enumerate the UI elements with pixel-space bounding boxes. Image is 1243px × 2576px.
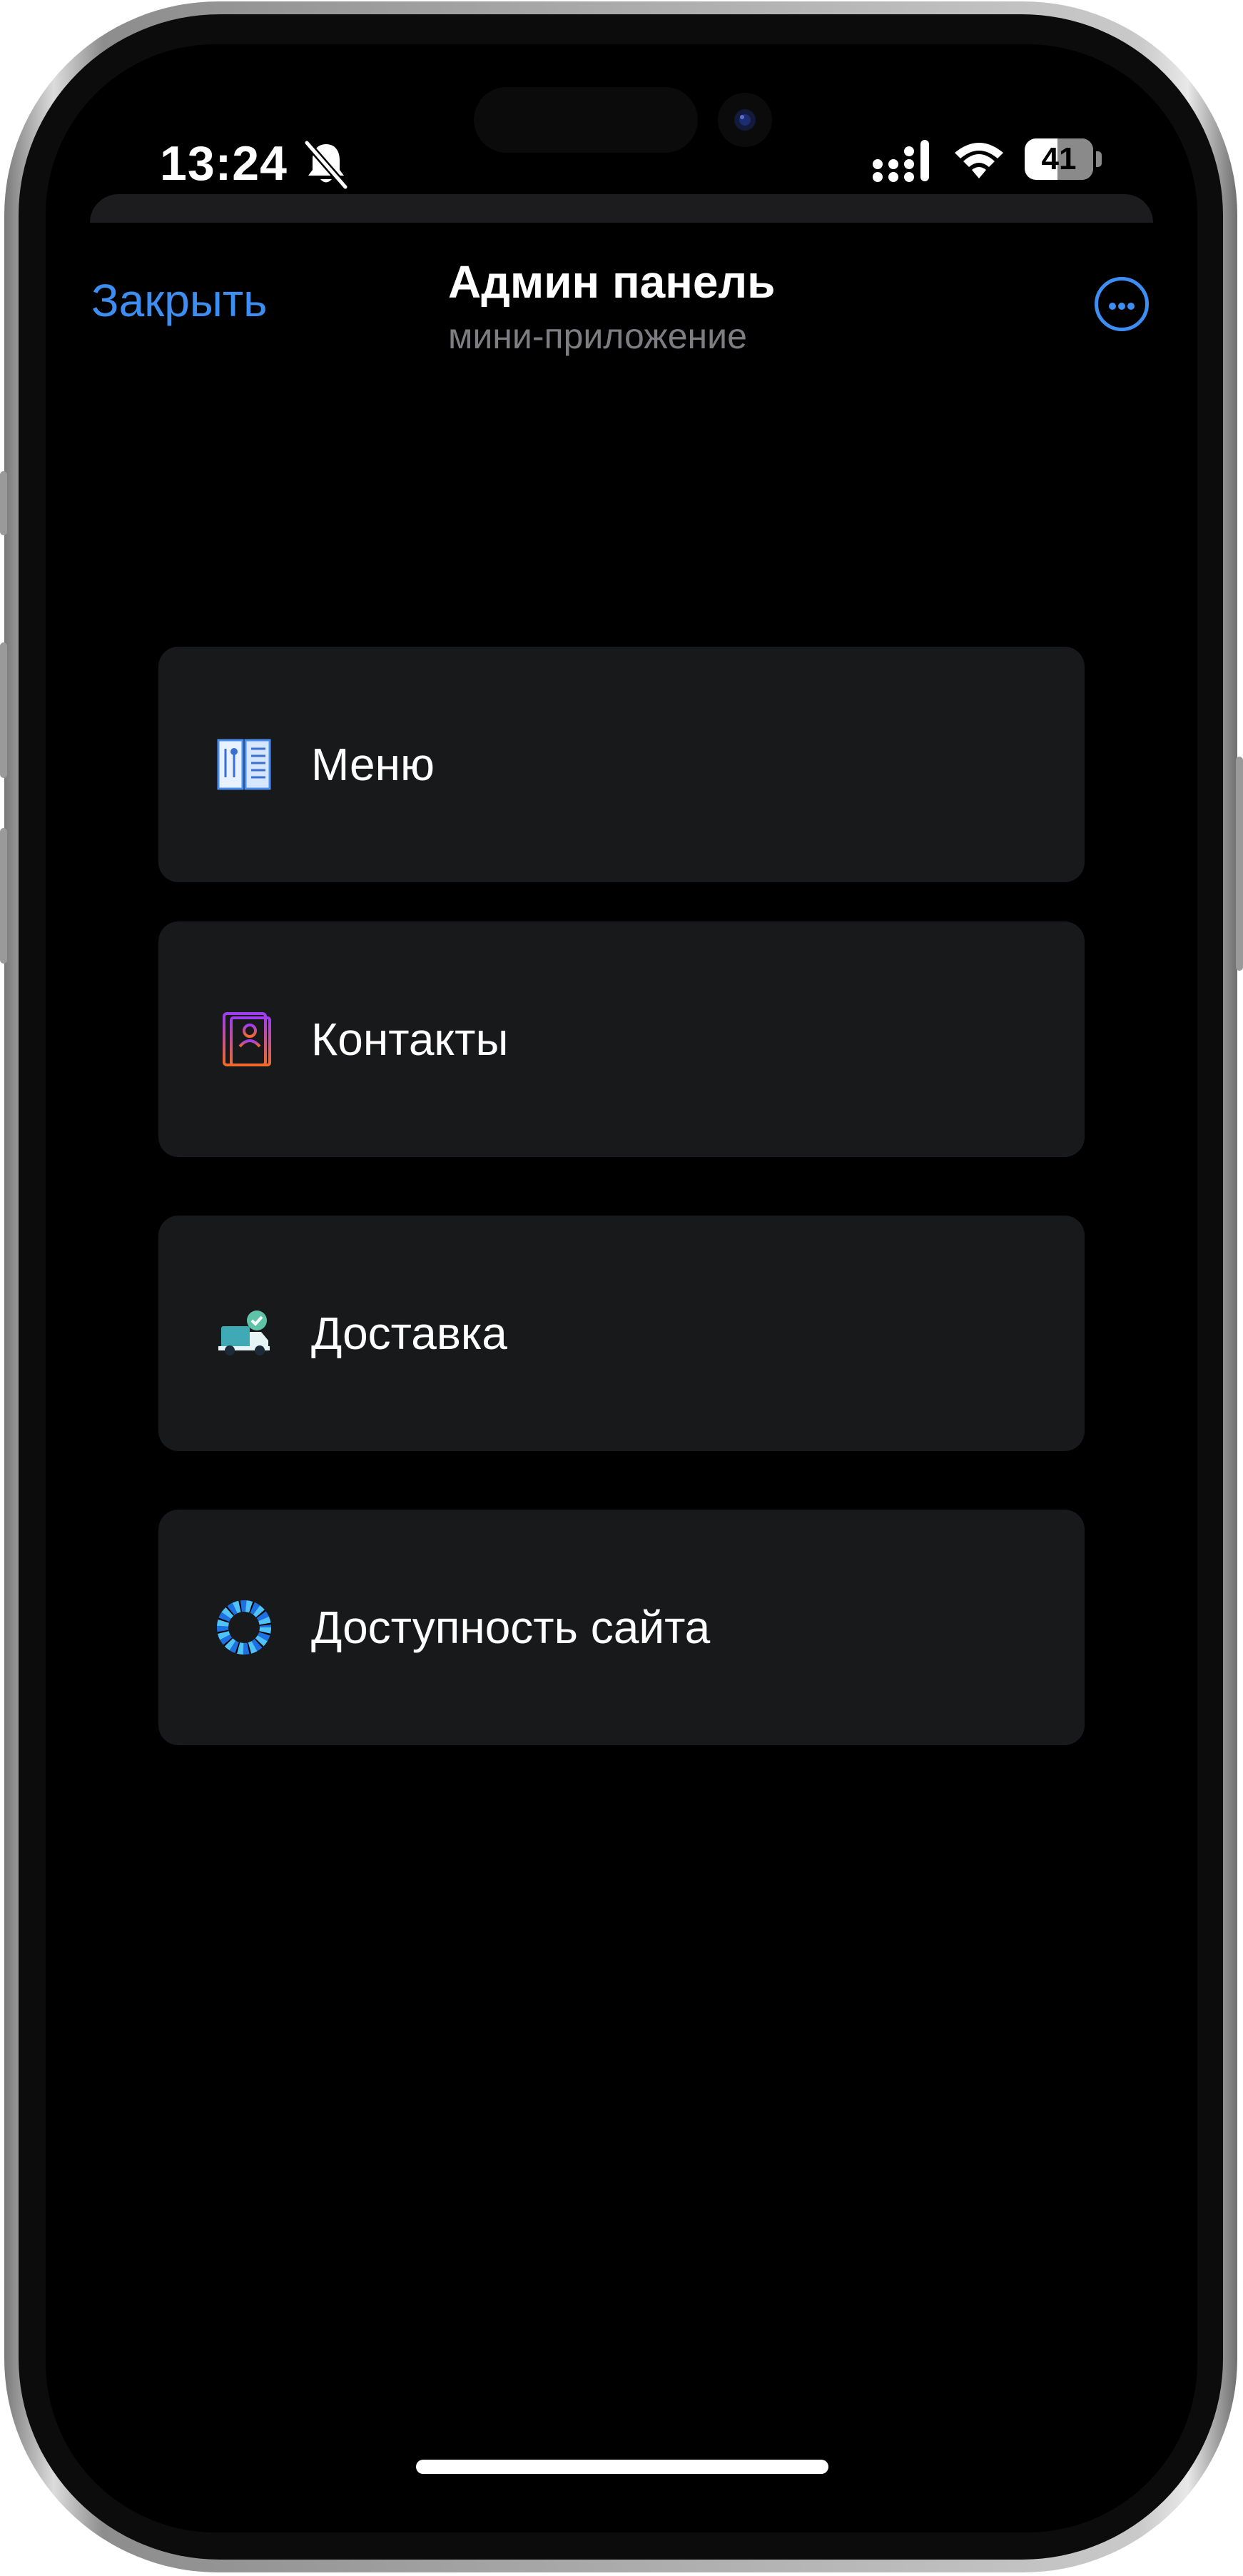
delivery-truck-icon xyxy=(218,1310,270,1355)
home-indicator[interactable] xyxy=(416,2460,828,2474)
delivery-card[interactable]: Доставка xyxy=(158,1216,1085,1451)
power-button xyxy=(1236,757,1243,971)
wifi-icon xyxy=(955,143,1003,178)
site-availability-icon xyxy=(217,1600,271,1655)
site-availability-card[interactable]: Доступность сайта xyxy=(158,1510,1085,1745)
volume-down-button xyxy=(0,828,7,964)
site-availability-card-label: Доступность сайта xyxy=(311,1602,711,1653)
contacts-card-label: Контакты xyxy=(311,1014,509,1065)
phone-screen: 13:24 41 Закрыть Админ панель мини-прило… xyxy=(46,44,1197,2532)
sheet-handle-edge xyxy=(90,194,1153,223)
contacts-book-icon xyxy=(218,1012,271,1066)
cellular-signal-icon xyxy=(873,140,929,182)
page-subtitle: мини-приложение xyxy=(448,316,747,356)
status-time: 13:24 xyxy=(160,136,288,191)
menu-card-label: Меню xyxy=(311,739,435,790)
menu-card[interactable]: Меню xyxy=(158,647,1085,882)
contacts-card[interactable]: Контакты xyxy=(158,921,1085,1157)
dynamic-island xyxy=(474,87,698,153)
more-options-button[interactable] xyxy=(1095,277,1149,331)
silent-bell-icon xyxy=(304,140,348,190)
more-dots-icon xyxy=(1109,303,1116,310)
page-title: Админ панель xyxy=(448,256,776,308)
action-button xyxy=(0,471,7,535)
menu-book-icon xyxy=(217,739,271,790)
volume-up-button xyxy=(0,642,7,778)
battery-percent: 41 xyxy=(1041,141,1077,176)
battery-icon: 41 xyxy=(1025,138,1102,180)
camera-icon xyxy=(718,93,772,147)
close-button[interactable]: Закрыть xyxy=(91,274,268,327)
delivery-card-label: Доставка xyxy=(311,1308,507,1359)
